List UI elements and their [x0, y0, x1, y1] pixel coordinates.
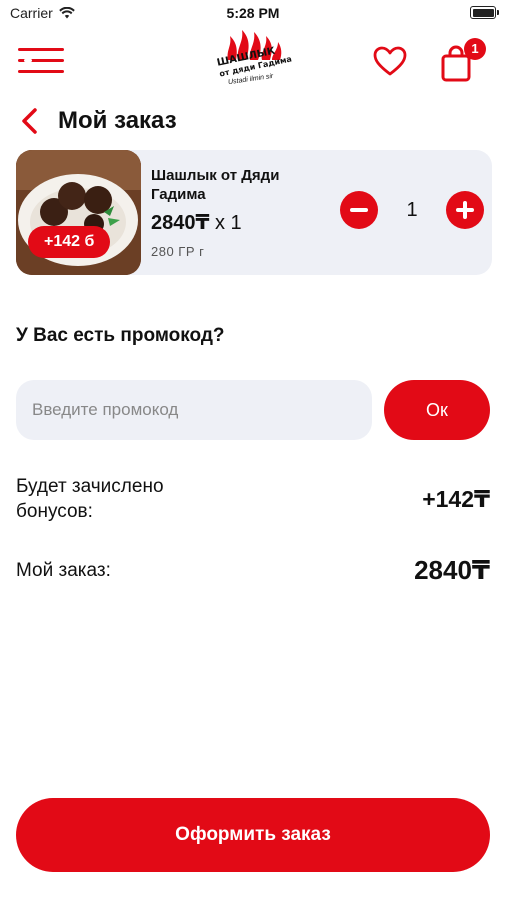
- item-multiplier: x 1: [214, 212, 242, 234]
- menu-icon-line: [24, 59, 32, 62]
- favorites-button[interactable]: [372, 44, 408, 80]
- order-total-value: 2840₸: [414, 555, 490, 585]
- bonus-badge: +142 б: [28, 226, 111, 258]
- status-time: 5:28 PM: [226, 5, 280, 21]
- item-price: 2840₸: [151, 212, 210, 234]
- product-image[interactable]: +142 б: [16, 150, 141, 275]
- apply-promo-button[interactable]: Ок: [384, 380, 490, 440]
- heart-icon: [373, 46, 407, 76]
- battery-icon: [470, 6, 499, 19]
- cart-item-card: +142 б Шашлык от Дяди Гадима 2840₸ x 1 2…: [16, 150, 492, 275]
- cart-count-badge: 1: [464, 38, 486, 60]
- minus-icon: [350, 208, 368, 212]
- app-header: ШАШЛЫК от дяди Гадима Ustadi ilmin sir 1: [0, 26, 506, 96]
- checkout-button[interactable]: Оформить заказ: [16, 798, 490, 872]
- increase-quantity-button[interactable]: [446, 191, 484, 229]
- brand-logo: ШАШЛЫК от дяди Гадима Ustadi ilmin sir: [208, 28, 298, 92]
- item-weight: 280 ГР г: [151, 244, 205, 259]
- chevron-left-icon: [22, 108, 37, 134]
- bonus-value: +142₸: [422, 486, 490, 512]
- cart-button[interactable]: 1: [438, 38, 486, 82]
- promo-section-title: У Вас есть промокод?: [16, 325, 225, 346]
- decrease-quantity-button[interactable]: [340, 191, 378, 229]
- quantity-stepper: 1: [340, 191, 484, 231]
- page-title: Мой заказ: [58, 107, 177, 134]
- back-button[interactable]: [16, 106, 46, 136]
- menu-icon-line: [18, 70, 64, 73]
- promo-code-input[interactable]: [16, 380, 372, 440]
- menu-button[interactable]: [18, 44, 66, 78]
- menu-icon-line: [18, 48, 64, 51]
- item-price-line: 2840₸ x 1: [151, 210, 242, 235]
- order-total-label: Мой заказ:: [16, 560, 111, 581]
- bonus-label: Будет зачислено бонусов:: [16, 476, 164, 522]
- quantity-value: 1: [406, 199, 418, 221]
- page-title-row: Мой заказ: [0, 100, 506, 142]
- status-bar: Carrier 5:28 PM: [0, 0, 506, 26]
- item-name: Шашлык от Дяди Гадима: [151, 167, 280, 203]
